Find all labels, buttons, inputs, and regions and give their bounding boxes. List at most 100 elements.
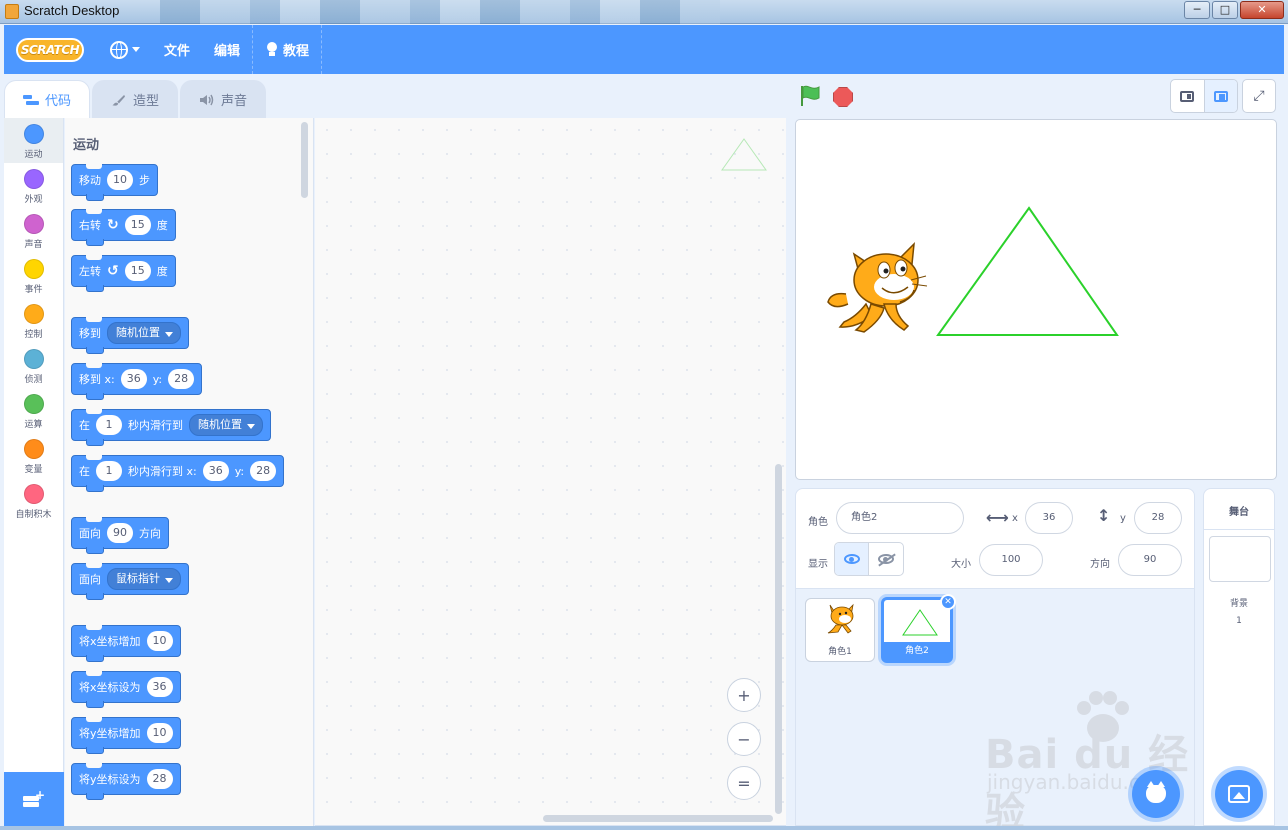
block-number-input[interactable]: 1 <box>96 461 122 481</box>
baidu-watermark: Bai du 经验 jingyan.baidu.com <box>985 690 1225 830</box>
y-position-input[interactable]: 28 <box>1134 502 1182 534</box>
sprite-tile-triangle[interactable]: 角色2 ✕ <box>881 594 956 663</box>
backdrops-count: 1 <box>1236 616 1242 626</box>
category-sound[interactable]: 声音 <box>4 208 63 253</box>
add-extension-button[interactable]: + <box>4 772 64 826</box>
block-number-input[interactable]: 36 <box>202 461 229 481</box>
category-operators[interactable]: 运算 <box>4 388 63 433</box>
tab-code[interactable]: 代码 <box>4 80 91 118</box>
block-change-x[interactable]: 将x坐标增加 10 <box>71 625 181 662</box>
tab-sounds[interactable]: 声音 <box>180 80 267 118</box>
file-menu-label: 文件 <box>164 44 191 59</box>
block-goto-xy[interactable]: 移到 x: 36 y: 28 <box>71 363 203 400</box>
workspace-horizontal-scrollbar[interactable] <box>543 815 773 822</box>
block-number-input[interactable]: 90 <box>107 523 133 543</box>
choose-backdrop-button[interactable] <box>1215 770 1263 818</box>
block-number-input[interactable]: 10 <box>146 723 173 743</box>
show-sprite-button[interactable] <box>835 543 870 575</box>
zoom-out-icon: − <box>737 729 751 749</box>
block-move-steps[interactable]: 移动 10 步 <box>71 164 158 201</box>
sprite-tile-cat[interactable]: 角色1 <box>805 598 875 662</box>
large-stage-button[interactable] <box>1203 80 1237 112</box>
category-dot <box>23 124 44 144</box>
block-text: 将x坐标增加 <box>79 635 141 648</box>
direction-input[interactable]: 90 <box>1118 544 1182 576</box>
block-glide-to-target[interactable]: 在 1 秒内滑行到 随机位置 <box>71 409 271 446</box>
size-input[interactable]: 100 <box>979 544 1043 576</box>
block-number-input[interactable]: 10 <box>107 170 133 190</box>
choose-sprite-button[interactable] <box>1132 770 1180 818</box>
small-stage-button[interactable] <box>1171 80 1204 112</box>
palette-category-title: 运动 <box>73 138 100 153</box>
rotate-clockwise-icon: ↻ <box>107 217 119 233</box>
palette-scrollbar[interactable] <box>301 122 308 198</box>
block-change-y[interactable]: 将y坐标增加 10 <box>71 717 181 754</box>
category-motion[interactable]: 运动 <box>4 118 63 163</box>
block-point-in-direction[interactable]: 面向 90 方向 <box>71 517 169 554</box>
block-dropdown[interactable]: 随机位置 <box>107 322 181 344</box>
block-number-input[interactable]: 15 <box>124 215 151 235</box>
block-set-x[interactable]: 将x坐标设为 36 <box>71 671 181 708</box>
minimize-button[interactable]: ─ <box>1184 1 1210 19</box>
block-text: 右转 <box>79 219 101 232</box>
block-set-y[interactable]: 将y坐标设为 28 <box>71 763 181 800</box>
category-dot <box>23 214 44 234</box>
stage-canvas[interactable] <box>795 119 1277 480</box>
block-dropdown[interactable]: 鼠标指针 <box>107 568 181 590</box>
backdrops-label: 背景 <box>1229 599 1248 609</box>
block-number-input[interactable]: 15 <box>124 261 151 281</box>
category-label: 控制 <box>24 330 43 340</box>
workspace-vertical-scrollbar[interactable] <box>775 464 782 814</box>
category-sensing[interactable]: 侦测 <box>4 343 63 388</box>
block-number-input[interactable]: 28 <box>168 369 195 389</box>
category-my-blocks[interactable]: 自制积木 <box>4 478 63 523</box>
fullscreen-button[interactable]: ⤢ <box>1242 79 1276 113</box>
block-number-input[interactable]: 28 <box>250 461 277 481</box>
tutorials-menu[interactable]: 教程 <box>253 25 321 74</box>
globe-icon <box>110 40 128 59</box>
category-control[interactable]: 控制 <box>4 298 63 343</box>
close-window-button[interactable]: ✕ <box>1240 1 1284 19</box>
block-point-towards[interactable]: 面向 鼠标指针 <box>71 563 189 600</box>
category-dot <box>23 169 44 189</box>
block-text: y: <box>234 464 245 478</box>
sprite-name-input[interactable]: 角色2 <box>836 502 964 534</box>
edit-menu[interactable]: 编辑 <box>202 25 252 74</box>
file-menu[interactable]: 文件 <box>152 25 202 74</box>
green-flag-button[interactable] <box>799 85 823 107</box>
block-text: 方向 <box>139 527 161 540</box>
scratch-logo[interactable]: SCRATCH <box>16 37 84 62</box>
block-text: 将y坐标增加 <box>79 727 141 740</box>
x-position-input[interactable]: 36 <box>1025 502 1073 534</box>
block-number-input[interactable]: 10 <box>146 631 173 651</box>
block-number-input[interactable]: 28 <box>146 769 173 789</box>
block-number-input[interactable]: 1 <box>96 415 122 435</box>
hide-sprite-button[interactable] <box>869 543 903 575</box>
block-text: 将y坐标设为 <box>79 773 141 786</box>
language-menu[interactable] <box>98 25 152 74</box>
script-workspace[interactable]: + − = <box>315 118 786 826</box>
block-glide-to-xy[interactable]: 在 1 秒内滑行到 x: 36 y: 28 <box>71 455 285 492</box>
block-dropdown[interactable]: 随机位置 <box>189 414 263 436</box>
block-goto-target[interactable]: 移到 随机位置 <box>71 317 189 354</box>
block-number-input[interactable]: 36 <box>146 677 173 697</box>
tab-sounds-label: 声音 <box>221 94 248 109</box>
category-variables[interactable]: 变量 <box>4 433 63 478</box>
zoom-out-button[interactable]: − <box>727 722 761 756</box>
block-number-input[interactable]: 36 <box>120 369 147 389</box>
category-label: 运算 <box>24 420 43 430</box>
tab-costumes[interactable]: 造型 <box>92 80 179 118</box>
maximize-button[interactable]: □ <box>1212 1 1238 19</box>
zoom-in-button[interactable]: + <box>727 678 761 712</box>
zoom-reset-button[interactable]: = <box>727 766 761 800</box>
small-stage-icon <box>1180 90 1195 102</box>
category-looks[interactable]: 外观 <box>4 163 63 208</box>
block-turn-left[interactable]: 左转 ↺ 15 度 <box>71 255 176 292</box>
category-dot <box>23 349 44 369</box>
category-dot <box>23 304 44 324</box>
block-text: 移到 <box>79 327 101 340</box>
block-turn-right[interactable]: 右转 ↻ 15 度 <box>71 209 176 246</box>
delete-sprite-button[interactable]: ✕ <box>940 594 956 610</box>
category-events[interactable]: 事件 <box>4 253 63 298</box>
stop-button[interactable] <box>833 87 853 107</box>
